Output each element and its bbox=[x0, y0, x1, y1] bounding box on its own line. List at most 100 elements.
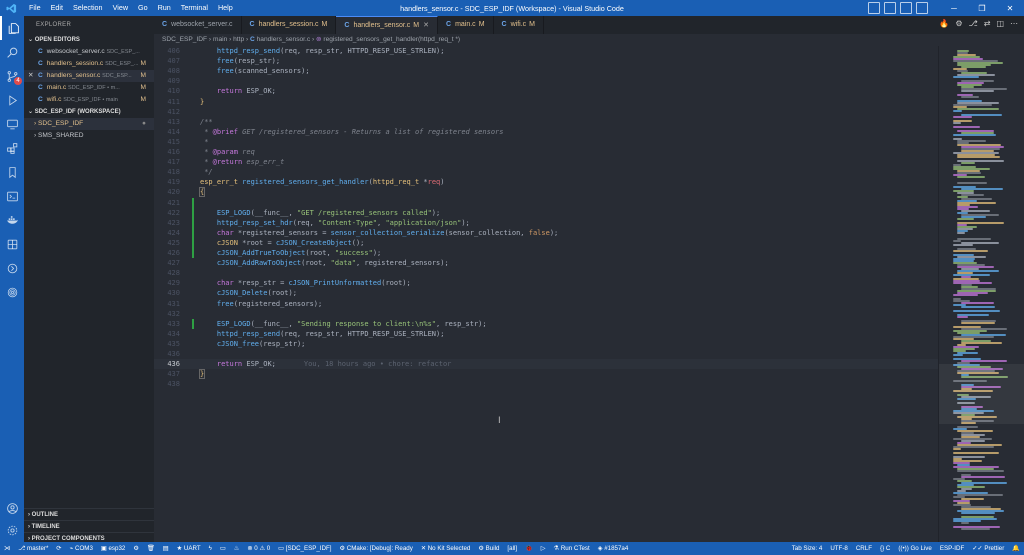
minimap-line bbox=[961, 302, 994, 304]
minimize-button[interactable]: ─ bbox=[940, 4, 968, 13]
minimap-viewport-slider[interactable] bbox=[939, 364, 1024, 424]
docker-icon[interactable] bbox=[0, 208, 24, 232]
encoding[interactable]: UTF-8 bbox=[826, 542, 852, 555]
more-actions-icon[interactable]: ⋯ bbox=[1010, 19, 1018, 28]
tab-main[interactable]: Cmain.c M bbox=[438, 16, 494, 34]
files-icon[interactable] bbox=[0, 16, 24, 40]
menu-view[interactable]: View bbox=[108, 0, 133, 16]
extensions-icon[interactable] bbox=[0, 136, 24, 160]
toggle-sidebar-icon[interactable] bbox=[868, 2, 880, 14]
code-line: 423 httpd_resp_set_hdr(req, "Content-Typ… bbox=[167, 218, 470, 227]
open-changes-icon[interactable]: ⎇ bbox=[969, 19, 978, 28]
tab-size[interactable]: Tab Size: 4 bbox=[788, 542, 827, 555]
open-editor-item[interactable]: Cwebsocket_server.c SDC_ESP_... bbox=[24, 46, 154, 58]
minimap[interactable] bbox=[938, 46, 1024, 542]
gear-icon[interactable]: ⚙ bbox=[955, 19, 962, 28]
bookmarks-icon[interactable] bbox=[0, 160, 24, 184]
minimap-line bbox=[961, 342, 1002, 344]
remote-explorer-icon[interactable] bbox=[0, 112, 24, 136]
branch-status[interactable]: ⎇ master* bbox=[14, 542, 52, 555]
editor-tabs: Cwebsocket_server.c Chandlers_session.c M… bbox=[154, 16, 1024, 34]
compare-icon[interactable]: ⇄ bbox=[984, 19, 991, 28]
close-icon[interactable]: ✕ bbox=[28, 70, 34, 82]
esp-target[interactable]: ▣ esp32 bbox=[97, 542, 129, 555]
cmake-build[interactable]: ⚙ Build bbox=[474, 542, 503, 555]
run-debug-icon[interactable] bbox=[0, 88, 24, 112]
tab-handlers-session[interactable]: Chandlers_session.c M bbox=[241, 16, 337, 34]
menu-terminal[interactable]: Terminal bbox=[176, 0, 213, 16]
breadcrumb-item[interactable]: http bbox=[233, 36, 244, 43]
close-window-button[interactable]: ✕ bbox=[996, 4, 1024, 13]
split-editor-icon[interactable]: ◫ bbox=[996, 19, 1004, 28]
customize-layout-icon[interactable] bbox=[916, 2, 928, 14]
chevron-down-icon: ⌄ bbox=[28, 109, 35, 115]
cmake-icon[interactable] bbox=[0, 256, 24, 280]
cmake-project[interactable]: ▭ [SDC_ESP_IDF] bbox=[274, 542, 335, 555]
commit-hash[interactable]: ◈ #1857a4 bbox=[594, 542, 633, 555]
settings-gear-icon[interactable] bbox=[0, 518, 24, 542]
go-live[interactable]: ((•)) Go Live bbox=[894, 542, 935, 555]
tab-close-icon[interactable]: ✕ bbox=[423, 22, 429, 29]
cmake-kit[interactable]: ✕ No Kit Selected bbox=[417, 542, 475, 555]
folder-sms-shared[interactable]: › SMS_SHARED bbox=[24, 130, 154, 142]
sync-icon[interactable]: ⟳ bbox=[52, 542, 65, 555]
esp-flame-icon[interactable]: ♨ bbox=[230, 542, 244, 555]
esp-flash-icon[interactable]: ϟ bbox=[205, 542, 216, 555]
breadcrumb-item[interactable]: SDC_ESP_IDF bbox=[162, 36, 207, 43]
maximize-button[interactable]: ❐ bbox=[968, 4, 996, 13]
menu-go[interactable]: Go bbox=[133, 0, 153, 16]
open-editor-item[interactable]: Chandlers_session.c SDC_ESP_... M bbox=[24, 58, 154, 70]
account-icon[interactable] bbox=[0, 496, 24, 520]
esp-config-icon[interactable]: ⚙ bbox=[129, 542, 143, 555]
esp-idf-icon[interactable] bbox=[0, 232, 24, 256]
menu-run[interactable]: Run bbox=[153, 0, 176, 16]
menu-edit[interactable]: Edit bbox=[46, 0, 68, 16]
c-file-icon: C bbox=[38, 48, 43, 55]
notifications-bell-icon[interactable]: 🔔 bbox=[1008, 542, 1024, 555]
esp-flame-icon[interactable]: 🔥 bbox=[939, 19, 949, 28]
cmake-debug-icon[interactable]: 🐞 bbox=[521, 542, 537, 555]
prettier-status[interactable]: ✓✓ Prettier bbox=[968, 542, 1008, 555]
menu-help[interactable]: Help bbox=[213, 0, 238, 16]
breadcrumb-file[interactable]: handlers_sensor.c bbox=[257, 36, 311, 43]
esp-flash-method[interactable]: ★ UART bbox=[173, 542, 205, 555]
tab-wifi[interactable]: Cwifi.c M bbox=[493, 16, 544, 34]
timeline-section[interactable]: › TIMELINE bbox=[24, 520, 154, 532]
esp-monitor-icon[interactable]: ▭ bbox=[216, 542, 230, 555]
open-editors-header[interactable]: ⌄ OPEN EDITORS bbox=[24, 34, 154, 46]
tab-websocket-server[interactable]: Cwebsocket_server.c bbox=[154, 16, 242, 34]
line-ending[interactable]: CRLF bbox=[852, 542, 876, 555]
menu-selection[interactable]: Selection bbox=[68, 0, 108, 16]
esp-port[interactable]: ⌁ COM3 bbox=[66, 542, 97, 555]
workspace-header[interactable]: ⌄ SDC_ESP_IDF (WORKSPACE) bbox=[24, 106, 154, 118]
breadcrumb-item[interactable]: main bbox=[213, 36, 227, 43]
breadcrumb-symbol[interactable]: registered_sensors_get_handler(httpd_req… bbox=[323, 36, 460, 43]
esp-build-icon[interactable]: ▤ bbox=[159, 542, 173, 555]
tab-handlers-sensor[interactable]: Chandlers_sensor.c M ✕ bbox=[336, 16, 438, 34]
esp-clean-icon[interactable]: 🗑 bbox=[143, 542, 159, 555]
terminal-icon[interactable] bbox=[0, 184, 24, 208]
minimap-line bbox=[957, 176, 985, 178]
language-mode[interactable]: {} C bbox=[876, 542, 894, 555]
esp-idf-status[interactable]: ESP-IDF bbox=[936, 542, 968, 555]
menu-file[interactable]: File bbox=[24, 0, 46, 16]
outline-section[interactable]: › OUTLINE bbox=[24, 508, 154, 520]
run-ctest[interactable]: ⚗ Run CTest bbox=[550, 542, 594, 555]
code-editor[interactable]: 406 httpd_resp_send(req, resp_str, HTTPD… bbox=[154, 46, 938, 542]
fingerprint-icon[interactable] bbox=[0, 280, 24, 304]
minimap-line bbox=[953, 134, 996, 136]
cmake-status[interactable]: ⚙ CMake: [Debug]: Ready bbox=[335, 542, 416, 555]
source-control-icon[interactable]: 4 bbox=[0, 64, 24, 88]
problems-status[interactable]: ⊗ 0 ⚠ 0 bbox=[243, 542, 274, 555]
open-editor-item[interactable]: Cwifi.c SDC_ESP_IDF • main M bbox=[24, 94, 154, 106]
toggle-panel-icon[interactable] bbox=[884, 2, 896, 14]
search-icon[interactable] bbox=[0, 40, 24, 64]
open-editor-item-active[interactable]: ✕ Chandlers_sensor.c SDC_ESP... M bbox=[24, 70, 154, 82]
toggle-secondary-sidebar-icon[interactable] bbox=[900, 2, 912, 14]
cmake-run-icon[interactable]: ▷ bbox=[537, 542, 550, 555]
cmake-target[interactable]: [all] bbox=[503, 542, 521, 555]
open-editor-item[interactable]: Cmain.c SDC_ESP_IDF • m... M bbox=[24, 82, 154, 94]
code-line: 410 return ESP_OK; bbox=[167, 87, 276, 96]
remote-icon[interactable]: ⋊ bbox=[0, 542, 14, 555]
folder-sdc-esp-idf[interactable]: › SDC_ESP_IDF ● bbox=[24, 118, 154, 130]
